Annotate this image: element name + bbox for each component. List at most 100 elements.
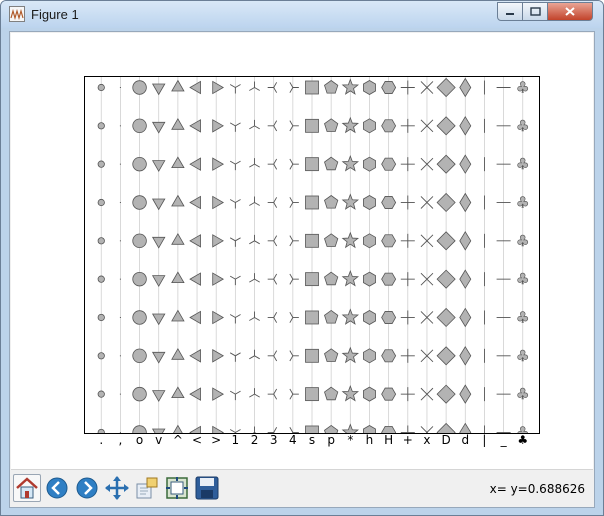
- data-point: [97, 275, 105, 283]
- data-point: [324, 348, 339, 362]
- data-point: [132, 156, 147, 172]
- data-point: [171, 156, 185, 169]
- data-point: [212, 119, 225, 133]
- data-point: [305, 387, 319, 402]
- x-tick-label: 4: [289, 433, 297, 447]
- data-point: [189, 195, 201, 210]
- data-point: [289, 350, 299, 362]
- data-point: [436, 116, 456, 136]
- data-point: ♣: [516, 155, 530, 174]
- data-point: [151, 83, 166, 96]
- svg-text:♣: ♣: [516, 232, 529, 250]
- data-point: [151, 198, 166, 211]
- save-button[interactable]: [193, 474, 221, 502]
- data-point: ♣: [516, 308, 530, 327]
- x-tick-label: s: [308, 433, 316, 447]
- data-point: [171, 194, 185, 207]
- x-tick-label: _: [500, 433, 507, 447]
- data-point: [324, 271, 339, 286]
- window-title: Figure 1: [31, 7, 79, 22]
- data-point: [305, 195, 319, 210]
- data-point: [119, 355, 121, 357]
- data-point: [363, 386, 376, 402]
- home-button[interactable]: [13, 474, 41, 502]
- data-point: [324, 309, 339, 324]
- x-tick-label: p: [327, 433, 335, 447]
- data-point: [97, 198, 105, 207]
- data-point: [119, 240, 121, 242]
- maximize-icon: [529, 7, 541, 16]
- data-point: [267, 82, 278, 93]
- back-button[interactable]: [43, 474, 71, 502]
- figure-canvas[interactable]: ♣♣♣♣♣♣♣♣♣♣♣ .,ov^<>1234sp*hH+xDd|_♣: [11, 33, 593, 469]
- data-point: [324, 80, 339, 94]
- data-point: [132, 386, 147, 402]
- data-point: [305, 348, 319, 363]
- data-point: ♣: [516, 78, 530, 97]
- svg-text:♣: ♣: [516, 78, 529, 96]
- forward-button[interactable]: [73, 474, 101, 502]
- title-bar[interactable]: Figure 1: [1, 1, 603, 28]
- data-point: [400, 80, 415, 95]
- data-point: [400, 195, 415, 210]
- data-point: [189, 119, 201, 133]
- x-tick-label: ^: [172, 433, 183, 447]
- data-point: [436, 269, 456, 289]
- save-icon: [195, 476, 219, 500]
- data-point: [363, 118, 376, 134]
- data-point: [289, 235, 299, 247]
- data-point: [400, 387, 415, 402]
- subplots-icon: [166, 477, 188, 499]
- data-point: [97, 122, 105, 130]
- data-point: [119, 393, 121, 395]
- data-point: [305, 80, 319, 95]
- data-point: [132, 271, 147, 287]
- data-point: [436, 231, 456, 251]
- x-tick-label: +: [402, 433, 413, 447]
- data-point: [459, 116, 472, 136]
- data-point: [289, 158, 299, 170]
- data-point: [97, 313, 105, 322]
- data-point: [171, 386, 185, 399]
- data-point: [324, 194, 339, 209]
- x-tick-label: h: [365, 433, 374, 447]
- data-point: [436, 192, 456, 213]
- svg-text:♣: ♣: [516, 385, 529, 403]
- data-point: [459, 231, 472, 251]
- data-point: [171, 271, 185, 284]
- zoom-button[interactable]: [133, 474, 161, 502]
- x-tick-label: .: [99, 433, 104, 447]
- pan-button[interactable]: [103, 474, 131, 502]
- data-point: [132, 80, 147, 95]
- plot-axes[interactable]: ♣♣♣♣♣♣♣♣♣♣♣: [84, 76, 540, 434]
- data-point: [189, 387, 201, 401]
- data-point: [305, 233, 319, 248]
- data-point: [363, 156, 376, 172]
- data-point: [436, 384, 456, 404]
- data-point: [459, 154, 472, 174]
- x-tick-label: D: [441, 433, 451, 447]
- data-point: [132, 233, 147, 249]
- x-tick-label: |: [482, 433, 487, 447]
- data-point: [363, 310, 376, 325]
- x-tick-label: x: [423, 433, 431, 447]
- configure-subplots-button[interactable]: [163, 474, 191, 502]
- app-window: Figure 1 ♣♣♣♣♣♣♣♣♣♣♣ .,ov^<>1234sp*hH+xD…: [0, 0, 604, 516]
- maximize-button[interactable]: [522, 2, 548, 21]
- data-point: [436, 346, 456, 366]
- close-button[interactable]: [547, 2, 593, 21]
- data-point: [267, 158, 278, 170]
- minimize-button[interactable]: [497, 2, 523, 21]
- data-point: [97, 352, 105, 360]
- data-point: [212, 349, 225, 363]
- x-tick-label: *: [347, 433, 354, 447]
- data-point: ♣: [516, 347, 530, 366]
- x-tick-label: 3: [269, 433, 278, 447]
- x-tick-label: <: [192, 433, 203, 447]
- data-point: [132, 348, 147, 364]
- data-point: [400, 348, 415, 363]
- data-point: [324, 156, 339, 171]
- data-point: [171, 233, 185, 245]
- data-point: [289, 388, 299, 400]
- data-point: [436, 154, 456, 174]
